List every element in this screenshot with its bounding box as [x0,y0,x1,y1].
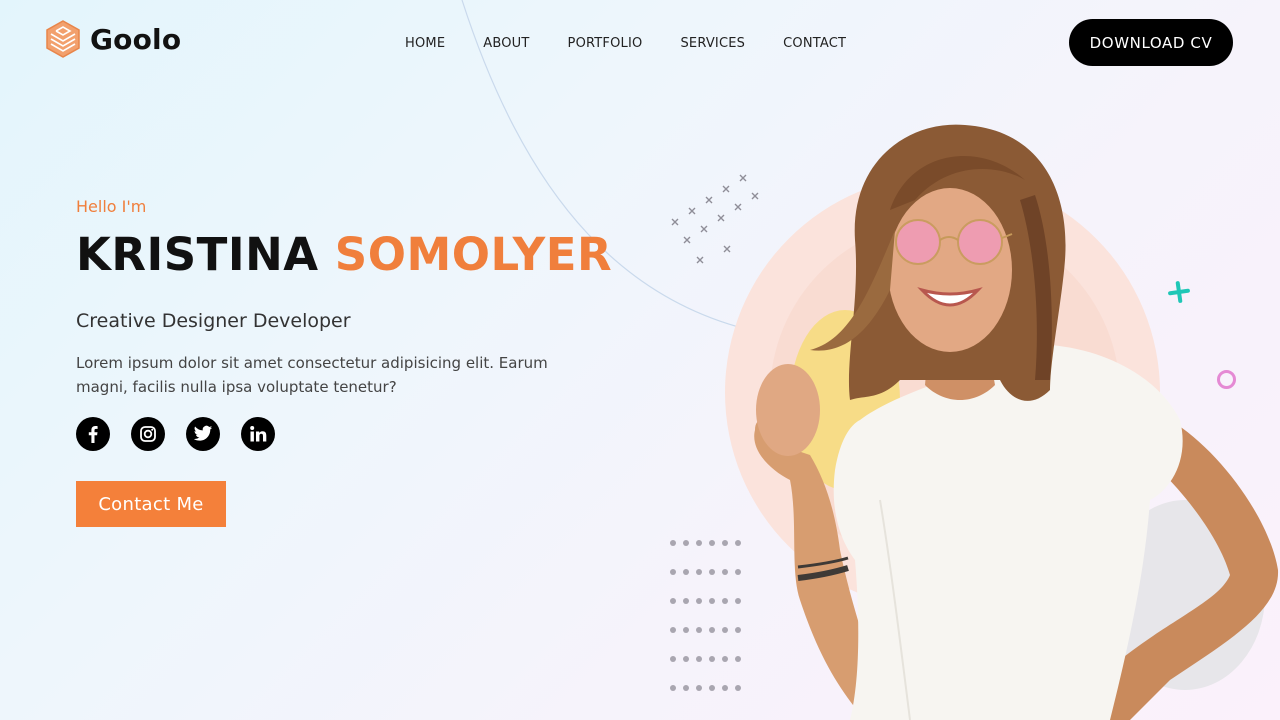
social-links [76,417,275,451]
dot-mark [735,540,741,546]
hero-portrait-image [754,124,1279,720]
cross-mark [696,256,704,264]
brand-logo[interactable]: Goolo [46,20,181,58]
facebook-link[interactable] [76,417,110,451]
dot-mark [696,540,702,546]
instagram-link[interactable] [131,417,165,451]
dot-mark [683,540,689,546]
greeting: Hello I'm [76,197,147,216]
download-cv-button[interactable]: DOWNLOAD CV [1069,19,1233,66]
nav-about[interactable]: ABOUT [483,36,529,51]
cross-mark [671,218,679,226]
dot-mark [696,685,702,691]
contact-me-button[interactable]: Contact Me [76,481,226,527]
dot-mark [709,656,715,662]
dot-mark [670,656,676,662]
dot-mark [709,569,715,575]
cross-mark [705,196,713,204]
nav-home[interactable]: HOME [405,36,445,51]
instagram-icon [140,426,156,442]
twitter-icon [193,425,213,441]
cross-mark [700,225,708,233]
main-nav: HOME ABOUT PORTFOLIO SERVICES CONTACT [405,36,846,51]
cross-mark [739,174,747,182]
cross-mark [734,203,742,211]
hero-description: Lorem ipsum dolor sit amet consectetur a… [76,354,548,396]
dot-mark [696,598,702,604]
dot-mark [670,627,676,633]
dot-mark [735,569,741,575]
dot-mark [683,569,689,575]
dot-mark [709,685,715,691]
twitter-link[interactable] [186,417,220,451]
hero-name: KRISTINA SOMOLYER [76,228,612,281]
dot-mark [722,540,728,546]
first-name: KRISTINA [76,228,319,281]
dot-mark [670,598,676,604]
cross-mark [683,236,691,244]
cross-mark [688,207,696,215]
nav-contact[interactable]: CONTACT [783,36,846,51]
dot-mark [722,685,728,691]
dot-mark [722,627,728,633]
dot-mark [670,569,676,575]
dot-mark [683,598,689,604]
layered-hexagon-logo-icon [46,20,80,58]
nav-services[interactable]: SERVICES [680,36,745,51]
facebook-icon [88,426,98,443]
dot-mark [735,656,741,662]
dot-mark [722,598,728,604]
dot-mark [735,598,741,604]
dot-mark [709,540,715,546]
dot-mark [735,685,741,691]
dot-mark [709,598,715,604]
dot-mark [722,656,728,662]
dot-grid-pattern [670,540,741,691]
dot-mark [696,656,702,662]
linkedin-icon [250,426,267,442]
nav-portfolio[interactable]: PORTFOLIO [568,36,643,51]
last-name: SOMOLYER [334,228,613,281]
role-title: Creative Designer Developer [76,310,351,332]
dot-mark [696,627,702,633]
cross-mark [722,185,730,193]
dot-mark [709,627,715,633]
dot-mark [683,656,689,662]
dot-mark [735,627,741,633]
cross-mark [717,214,725,222]
dot-mark [670,685,676,691]
dot-mark [696,569,702,575]
brand-name: Goolo [90,22,182,56]
cross-mark [723,245,731,253]
dot-mark [683,627,689,633]
dot-mark [683,685,689,691]
dot-mark [722,569,728,575]
linkedin-link[interactable] [241,417,275,451]
dot-mark [670,540,676,546]
